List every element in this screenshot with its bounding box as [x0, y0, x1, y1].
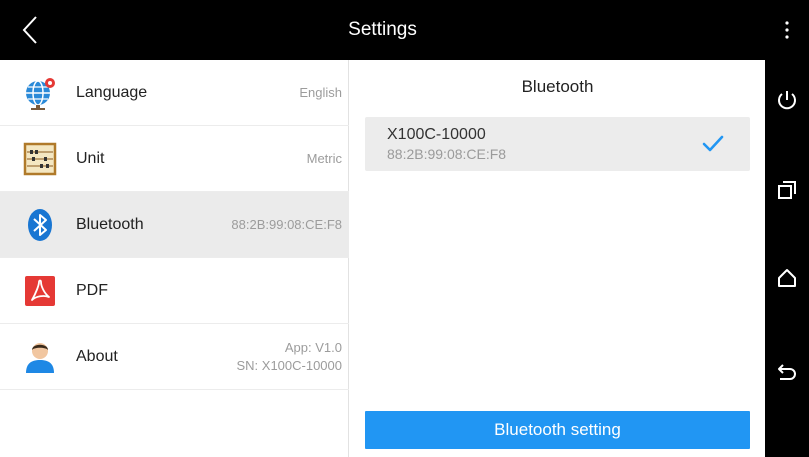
- globe-icon: [26, 78, 55, 110]
- bluetooth-setting-button[interactable]: Bluetooth setting: [365, 411, 750, 449]
- sidebar-item-language[interactable]: Language English: [0, 60, 349, 126]
- sidebar-item-label: PDF: [76, 282, 108, 299]
- sidebar-item-label: Language: [76, 84, 148, 101]
- back-arrow-icon: [778, 364, 796, 380]
- sidebar-item-label: About: [76, 348, 118, 365]
- device-name: X100C-10000: [387, 126, 486, 143]
- power-button[interactable]: [773, 86, 801, 114]
- person-icon: [26, 343, 54, 373]
- sidebar-item-unit[interactable]: Unit Metric: [0, 126, 349, 192]
- home-icon: [778, 269, 796, 287]
- bluetooth-value: 88:2B:99:08:CE:F8: [231, 217, 342, 232]
- more-vert-icon: [785, 21, 789, 39]
- power-icon: [778, 91, 796, 110]
- device-mac: 88:2B:99:08:CE:F8: [387, 146, 507, 162]
- bluetooth-icon: [28, 209, 52, 241]
- app-version: App: V1.0: [284, 340, 342, 355]
- check-icon: [702, 135, 724, 152]
- sidebar-item-about[interactable]: About App: V1.0 SN: X100C-10000: [0, 324, 349, 390]
- abacus-icon: [23, 142, 57, 176]
- nav-back-button[interactable]: [773, 358, 801, 386]
- top-bar: Settings: [0, 0, 765, 60]
- page-title: Settings: [348, 19, 417, 40]
- language-value: English: [299, 85, 342, 100]
- about-value: App: V1.0 SN: X100C-10000: [236, 339, 342, 375]
- bluetooth-panel: Bluetooth X100C-10000 88:2B:99:08:CE:F8 …: [350, 60, 765, 457]
- home-button[interactable]: [773, 264, 801, 292]
- overflow-menu-button[interactable]: [773, 16, 801, 44]
- sidebar-item-label: Unit: [76, 150, 105, 167]
- app-window: Settings Language English Unit Metric Bl…: [0, 0, 765, 457]
- sidebar-item-bluetooth[interactable]: Bluetooth 88:2B:99:08:CE:F8: [0, 192, 349, 258]
- unit-value: Metric: [306, 151, 342, 166]
- device-list-item[interactable]: X100C-10000 88:2B:99:08:CE:F8: [365, 117, 750, 171]
- recents-button[interactable]: [773, 176, 801, 204]
- settings-sidebar: Language English Unit Metric Bluetooth 8…: [0, 60, 349, 457]
- system-nav-bar: [765, 0, 809, 457]
- recents-icon: [778, 181, 796, 199]
- panel-title: Bluetooth: [521, 77, 594, 96]
- pdf-icon: [25, 276, 55, 306]
- sidebar-item-label: Bluetooth: [76, 216, 144, 233]
- serial-number: SN: X100C-10000: [236, 358, 342, 373]
- sidebar-item-pdf[interactable]: PDF: [0, 258, 349, 324]
